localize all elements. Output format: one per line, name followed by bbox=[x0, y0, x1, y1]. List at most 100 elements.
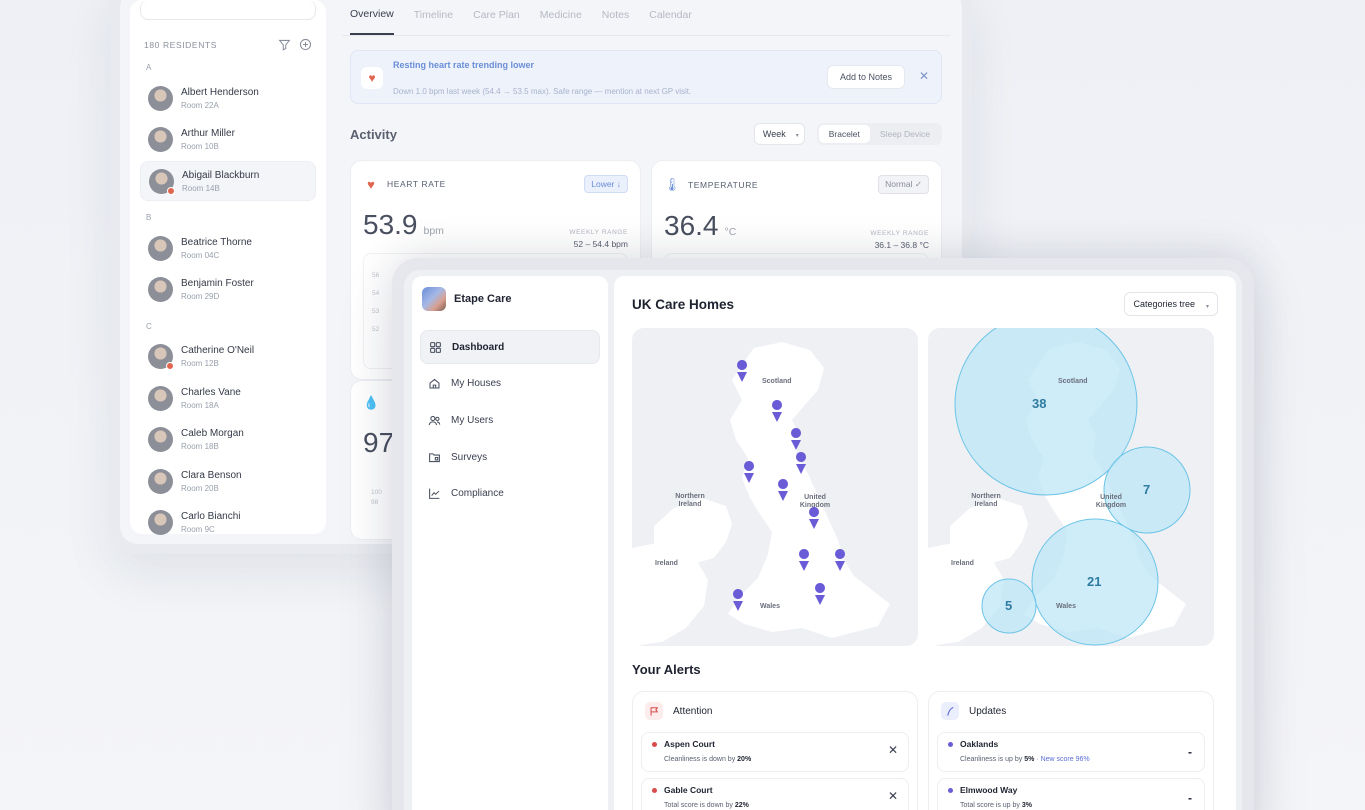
y-tick: 56 bbox=[372, 272, 380, 279]
resident-room: Room 04C bbox=[181, 250, 220, 260]
chart-line-icon bbox=[429, 488, 440, 500]
resident-item[interactable]: Caleb Morgan Room 18B bbox=[140, 420, 316, 460]
sidebar-item-dashboard[interactable]: Dashboard bbox=[420, 330, 600, 364]
status-dot bbox=[948, 742, 953, 747]
resident-item[interactable]: Carlo Bianchi Room 9C bbox=[140, 503, 316, 543]
close-icon[interactable]: ✕ bbox=[919, 69, 929, 83]
avatar bbox=[148, 427, 173, 452]
segment-sleep-device[interactable]: Sleep Device bbox=[870, 125, 940, 143]
flag-icon bbox=[645, 702, 663, 720]
resident-name: Abigail Blackburn bbox=[182, 169, 260, 181]
region-label: Scotland bbox=[1058, 378, 1088, 385]
status-dot bbox=[652, 742, 657, 747]
alerts: Attention Aspen Court Cleanliness is dow… bbox=[632, 691, 1218, 810]
resident-item[interactable]: Clara Benson Room 20B bbox=[140, 461, 316, 501]
region-label: Wales bbox=[760, 603, 780, 610]
sidebar: Etape Care Dashboard My Houses My Users bbox=[412, 276, 608, 810]
resident-room: Room 9C bbox=[181, 525, 215, 534]
range-value: 52 – 54.4 bpm bbox=[573, 239, 628, 249]
pins-map[interactable]: Scotland Northern Ireland United Kingdom… bbox=[632, 328, 918, 646]
resident-name: Albert Henderson bbox=[181, 86, 259, 98]
avatar bbox=[148, 127, 173, 152]
cluster-count: 7 bbox=[1143, 482, 1151, 497]
folder-icon bbox=[429, 452, 440, 462]
region-label: United Kingdom bbox=[1095, 494, 1127, 509]
clusters-map[interactable]: Northern Ireland Ireland Scotland United… bbox=[928, 328, 1214, 646]
collapse-icon[interactable]: - bbox=[1188, 791, 1192, 805]
resident-item-selected[interactable]: Abigail Blackburn Room 14B bbox=[140, 161, 316, 201]
brand: Etape Care bbox=[420, 286, 600, 312]
notice-body: Down 1.0 bpm last week (54.4 → 53.5 max)… bbox=[393, 87, 692, 96]
update-desc: Total score is up by 3% bbox=[960, 802, 1032, 809]
collapse-icon[interactable]: - bbox=[1188, 745, 1192, 759]
sidebar-item-compliance[interactable]: Compliance bbox=[420, 477, 600, 511]
close-icon[interactable]: ✕ bbox=[888, 789, 898, 803]
resident-name: Catherine O'Neil bbox=[181, 345, 255, 356]
status-badge: Normal ✓ bbox=[878, 175, 929, 194]
close-icon[interactable]: ✕ bbox=[888, 743, 898, 757]
period-select[interactable]: Week bbox=[753, 123, 805, 145]
resident-item[interactable]: Albert Henderson Room 22A bbox=[140, 78, 316, 118]
range-label: WEEKLY RANGE bbox=[870, 230, 929, 237]
resident-name: Carlo Bianchi bbox=[181, 511, 241, 522]
tab-calendar[interactable]: Calendar bbox=[649, 0, 692, 35]
residents-header: 180 RESIDENTS bbox=[140, 38, 316, 51]
tab-medicine[interactable]: Medicine bbox=[540, 0, 582, 35]
resident-search-input[interactable] bbox=[140, 0, 316, 20]
update-item[interactable]: Oaklands Cleanliness is up by 5% · New s… bbox=[937, 732, 1205, 772]
region-label: Wales bbox=[1056, 603, 1076, 610]
sidebar-item-label: My Users bbox=[451, 414, 494, 426]
resident-name: Beatrice Thorne bbox=[181, 236, 252, 248]
add-to-notes-button[interactable]: Add to Notes bbox=[826, 65, 905, 89]
cluster-count: 38 bbox=[1032, 396, 1047, 411]
resident-item[interactable]: Arthur Miller Room 10B bbox=[140, 120, 316, 160]
tab-care-plan[interactable]: Care Plan bbox=[473, 0, 520, 35]
avatar bbox=[148, 277, 173, 302]
sidebar-item-label: My Houses bbox=[451, 378, 502, 390]
alert-item[interactable]: Aspen Court Cleanliness is down by 20% ✕ bbox=[641, 732, 909, 772]
region-label: Scotland bbox=[762, 378, 792, 385]
metric-value: 53.9 bbox=[363, 209, 418, 240]
filter-icon[interactable] bbox=[278, 38, 291, 51]
range-label: WEEKLY RANGE bbox=[569, 229, 628, 236]
resident-name: Charles Vane bbox=[181, 386, 241, 398]
avatar bbox=[148, 344, 174, 370]
residents-count: 180 RESIDENTS bbox=[144, 39, 217, 50]
alert-item[interactable]: Gable Court Total score is down by 22% ✕ bbox=[641, 778, 909, 810]
tab-timeline[interactable]: Timeline bbox=[414, 0, 453, 35]
add-circle-icon[interactable] bbox=[299, 38, 312, 51]
resident-name: Benjamin Foster bbox=[181, 278, 254, 289]
resident-tabs: Overview Timeline Care Plan Medicine Not… bbox=[342, 0, 950, 36]
avatar bbox=[149, 168, 175, 195]
uk-map-shape bbox=[632, 342, 890, 646]
group-letter: C bbox=[146, 321, 152, 331]
tab-notes[interactable]: Notes bbox=[602, 0, 629, 35]
sidebar-item-surveys[interactable]: Surveys bbox=[420, 440, 600, 474]
heart-icon: ♥ bbox=[367, 176, 375, 192]
updates-card: Updates Oaklands Cleanliness is up by 5%… bbox=[928, 691, 1214, 810]
status-dot bbox=[948, 788, 953, 793]
resident-room: Room 18B bbox=[181, 442, 219, 451]
sidebar-item-my-houses[interactable]: My Houses bbox=[420, 367, 600, 401]
maps: Scotland Northern Ireland United Kingdom… bbox=[632, 328, 1218, 646]
residents-panel: 180 RESIDENTS A Albert Henderson Room 22A… bbox=[130, 0, 326, 535]
resident-item[interactable]: Benjamin Foster Room 29D bbox=[140, 270, 316, 310]
resident-name: Arthur Miller bbox=[181, 128, 235, 139]
update-item[interactable]: Elmwood Way Total score is up by 3% - bbox=[937, 778, 1205, 810]
heart-icon: ♥ bbox=[361, 67, 383, 89]
resident-item[interactable]: Charles Vane Room 18A bbox=[140, 378, 316, 418]
resident-room: Room 18A bbox=[181, 400, 219, 410]
categories-select[interactable]: Categories tree bbox=[1124, 292, 1218, 316]
resident-item[interactable]: Beatrice Thorne Room 04C bbox=[140, 228, 316, 268]
tab-overview[interactable]: Overview bbox=[350, 0, 394, 35]
segment-bracelet[interactable]: Bracelet bbox=[818, 125, 870, 143]
avatar bbox=[148, 468, 173, 494]
avatar bbox=[148, 385, 173, 411]
resident-item[interactable]: Catherine O'Neil Room 12B bbox=[140, 337, 316, 377]
avatar bbox=[148, 85, 173, 111]
sidebar-item-my-users[interactable]: My Users bbox=[420, 403, 600, 437]
notice-title: Resting heart rate trending lower bbox=[393, 60, 535, 70]
page-title: UK Care Homes bbox=[632, 296, 735, 312]
heart-rate-notice: ♥ Resting heart rate trending lower Down… bbox=[350, 50, 942, 104]
brand-name: Etape Care bbox=[454, 293, 512, 305]
